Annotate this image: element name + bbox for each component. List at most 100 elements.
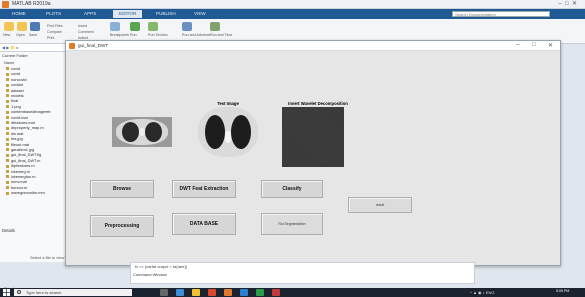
file-list-item[interactable]: gui_final_DWT.fig — [6, 152, 41, 157]
nav-arrows-icon[interactable]: ◀ ▶ 📁 ▸ — [2, 45, 18, 50]
file-list-item[interactable]: covidct — [6, 82, 23, 87]
excel-icon[interactable] — [256, 289, 264, 296]
tab-apps[interactable]: APPS — [78, 10, 102, 18]
file-list-item[interactable]: contentbasedimageretr — [6, 109, 51, 114]
save-label: Save — [29, 33, 38, 37]
file-list-item[interactable]: dfeatures.mat — [6, 120, 35, 125]
taskbar-search-input[interactable]: Type here to search — [14, 289, 132, 296]
windows-taskbar: Type here to search ^ ▲ ◉ ♪ ENG 5:09 PM — [0, 288, 585, 297]
file-list-item[interactable]: lbpfeatures.m — [6, 163, 35, 168]
run-label: Run — [130, 33, 137, 37]
wavelet-title: Invert Wavelet Decomposition — [288, 101, 348, 106]
file-list-item[interactable]: mmv.mat — [6, 179, 27, 184]
path-bar[interactable]: ◀ ▶ 📁 ▸ — [0, 44, 72, 52]
close-icon[interactable]: ✕ — [548, 42, 553, 49]
run-icon[interactable] — [130, 22, 140, 31]
chrome-icon[interactable] — [208, 289, 216, 296]
file-list-item[interactable]: covid — [6, 66, 20, 71]
file-list-item[interactable]: wavegnmonitor.mm — [6, 190, 45, 195]
taskbar-clock[interactable]: 5:09 PM — [556, 289, 569, 293]
breakpoints-icon[interactable] — [110, 22, 120, 31]
details-header: Details — [2, 228, 15, 233]
tab-home[interactable]: HOME — [6, 10, 32, 18]
file-list-item[interactable]: lvkenergfun.m — [6, 174, 35, 179]
command-window-label: Command Window — [133, 272, 167, 277]
preprocessing-button[interactable]: Preprocessing — [90, 215, 154, 237]
run-time-icon[interactable] — [210, 22, 220, 31]
file-explorer-icon[interactable] — [192, 289, 200, 296]
figure-window: gui_final_DWT – □ ✕ Test Image Invert Wa… — [65, 40, 561, 266]
file-list-item[interactable]: covid.mat — [6, 115, 28, 120]
save-icon[interactable] — [30, 22, 40, 31]
windows-start-icon[interactable] — [3, 289, 10, 296]
test-spine-shape — [225, 131, 231, 143]
command-output: fx >> [varfat output = ta(tare)] — [135, 264, 187, 269]
tab-publish[interactable]: PUBLISH — [150, 10, 182, 18]
file-list-item[interactable]: gui_final_DWT.m — [6, 158, 40, 163]
matlab-taskbar-icon[interactable] — [224, 289, 232, 296]
file-list-item[interactable]: gausfsm1.jpg — [6, 147, 34, 152]
tab-editor[interactable]: EDITOR — [113, 10, 143, 18]
comment-button[interactable]: Comment — [78, 30, 94, 34]
documentation-search-input[interactable]: Search Documentation — [452, 11, 550, 17]
figure-titlebar: gui_final_DWT – □ ✕ — [66, 41, 560, 51]
file-list-item[interactable]: lvkenerg.m — [6, 169, 30, 174]
right-lung-shape — [145, 122, 162, 142]
file-list-item[interactable]: models — [6, 93, 24, 98]
run-advance-label: Run and Advance — [182, 33, 211, 37]
browse-button[interactable]: Browse — [90, 180, 154, 198]
insert-button[interactable]: Insert — [78, 24, 87, 28]
print-button[interactable]: Print — [47, 36, 54, 40]
database-button[interactable]: DATA BASE — [172, 213, 236, 235]
file-list-item[interactable]: tumour.m — [6, 185, 27, 190]
clock-time: 5:09 PM — [556, 289, 570, 293]
app-title: MATLAB R2019a — [12, 1, 51, 7]
tab-view[interactable]: VIEW — [188, 10, 212, 18]
command-window[interactable]: fx >> [varfat output = ta(tare)] Command… — [130, 262, 475, 284]
new-label: New — [3, 33, 11, 37]
figure-logo-icon — [69, 43, 75, 49]
edge-icon[interactable] — [176, 289, 184, 296]
run-advance-icon[interactable] — [182, 22, 192, 31]
tab-plots[interactable]: PLOTS — [40, 10, 67, 18]
test-right-lung-shape — [231, 115, 251, 149]
file-list-item[interactable]: dw.mat — [6, 131, 23, 136]
name-column-header[interactable]: Name — [4, 60, 14, 65]
breakpoints-label: Breakpoints — [110, 33, 129, 37]
file-list-item[interactable]: fea.jpg — [6, 136, 23, 141]
maximize-icon[interactable]: □ — [532, 42, 536, 48]
window-controls[interactable]: – □ ✕ — [558, 0, 577, 7]
test-image-axes — [198, 107, 258, 157]
app-titlebar: MATLAB R2019a – □ ✕ — [0, 0, 585, 9]
run-section-icon[interactable] — [148, 22, 158, 31]
figure-title: gui_final_DWT — [78, 43, 109, 48]
roi-segmentation-button[interactable]: Roi Segmentation — [261, 213, 323, 235]
task-view-icon[interactable] — [160, 289, 168, 296]
file-list-item[interactable]: covid — [6, 71, 20, 76]
dwt-feature-extraction-button[interactable]: DWT Feat Extraction — [172, 180, 236, 198]
ct-body-shape — [116, 119, 168, 145]
system-tray-icon[interactable]: ^ ▲ ◉ ♪ ENG — [470, 290, 494, 295]
open-label: Open — [16, 33, 25, 37]
file-list-item[interactable]: fileout.mat — [6, 142, 29, 147]
new-icon[interactable] — [4, 22, 14, 31]
file-list-item[interactable]: dnproperty_map.m — [6, 125, 44, 130]
compare-button[interactable]: Compare — [47, 30, 62, 34]
result-display: result — [348, 197, 412, 213]
word-icon[interactable] — [240, 289, 248, 296]
open-icon[interactable] — [17, 22, 27, 31]
file-list-item[interactable]: final — [6, 98, 18, 103]
minimize-icon[interactable]: – — [516, 42, 519, 48]
file-list-item[interactable]: 1.png — [6, 104, 21, 109]
taskbar-search-icon — [17, 290, 21, 294]
run-section-label: Run Section — [148, 33, 168, 37]
figure-canvas: Test Image Invert Wavelet Decomposition … — [66, 51, 560, 265]
run-time-label: Run and Time — [210, 33, 233, 37]
wavelet-axes — [282, 107, 344, 167]
file-list-item[interactable]: dataset — [6, 88, 24, 93]
test-left-lung-shape — [205, 115, 225, 149]
find-files-button[interactable]: Find Files — [47, 24, 63, 28]
file-list-item[interactable]: noncovid — [6, 77, 27, 82]
classify-button[interactable]: Classify — [261, 180, 323, 198]
pdf-icon[interactable] — [272, 289, 280, 296]
